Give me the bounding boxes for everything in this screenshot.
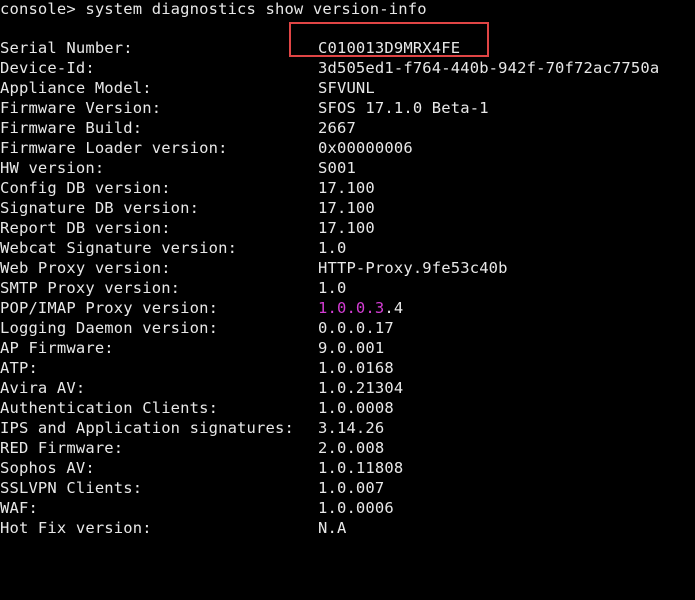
- row-value: 2.0.008: [318, 439, 385, 457]
- row-label: AP Firmware:: [0, 339, 114, 357]
- row-label: ATP:: [0, 359, 38, 377]
- row-label: Signature DB version:: [0, 199, 200, 217]
- row-value: 17.100: [318, 199, 375, 217]
- row-value: 2667: [318, 119, 356, 137]
- row-value: HTTP-Proxy.9fe53c40b: [318, 259, 508, 277]
- row-label: Firmware Version:: [0, 99, 162, 117]
- row-label: Webcat Signature version:: [0, 239, 238, 257]
- row-label: Appliance Model:: [0, 79, 152, 97]
- row-label: Hot Fix version:: [0, 519, 152, 537]
- row-value: 1.0: [318, 279, 347, 297]
- row-label: RED Firmware:: [0, 439, 124, 457]
- info-row-waf: WAF: 1.0.0006: [0, 498, 695, 518]
- info-row-serial-number: Serial Number: C010013D9MRX4FE: [0, 38, 695, 58]
- row-value: 0.0.0.17: [318, 319, 394, 337]
- info-row-pop-imap-proxy-version: POP/IMAP Proxy version: 1.0.0.3.4: [0, 298, 695, 318]
- info-row-red-firmware: RED Firmware: 2.0.008: [0, 438, 695, 458]
- row-value: 1.0.11808: [318, 459, 404, 477]
- row-value: S001: [318, 159, 356, 177]
- row-label: Authentication Clients:: [0, 399, 219, 417]
- row-value: 1.0: [318, 239, 347, 257]
- info-row-signature-db-version: Signature DB version: 17.100: [0, 198, 695, 218]
- row-value: 9.0.001: [318, 339, 385, 357]
- info-row-firmware-version: Firmware Version: SFOS 17.1.0 Beta-1: [0, 98, 695, 118]
- info-row-sslvpn-clients: SSLVPN Clients: 1.0.007: [0, 478, 695, 498]
- info-row-config-db-version: Config DB version: 17.100: [0, 178, 695, 198]
- row-label: Firmware Build:: [0, 119, 143, 137]
- row-value: C010013D9MRX4FE: [318, 39, 461, 57]
- info-row-hot-fix-version: Hot Fix version: N.A: [0, 518, 695, 538]
- info-row-firmware-loader-version: Firmware Loader version: 0x00000006: [0, 138, 695, 158]
- info-row-ips-application-signatures: IPS and Application signatures: 3.14.26: [0, 418, 695, 438]
- row-value-tail: .4: [384, 299, 404, 317]
- command-line: console> system diagnostics show version…: [0, 0, 695, 20]
- info-row-appliance-model: Appliance Model: SFVUNL: [0, 78, 695, 98]
- info-row-smtp-proxy-version: SMTP Proxy version: 1.0: [0, 278, 695, 298]
- row-label: Device-Id:: [0, 59, 95, 77]
- row-value: 1.0.0006: [318, 499, 394, 517]
- row-label: HW version:: [0, 159, 105, 177]
- row-value-magenta: 1.0.0.3: [318, 299, 385, 317]
- row-value: 1.0.21304: [318, 379, 404, 397]
- row-label: WAF:: [0, 499, 38, 517]
- row-value: N.A: [318, 519, 347, 537]
- row-label: Firmware Loader version:: [0, 139, 228, 157]
- info-row-logging-daemon-version: Logging Daemon version: 0.0.0.17: [0, 318, 695, 338]
- row-value: 3.14.26: [318, 419, 385, 437]
- row-label: Serial Number:: [0, 39, 133, 57]
- row-value: 1.0.0168: [318, 359, 394, 377]
- info-row-webcat-signature-version: Webcat Signature version: 1.0: [0, 238, 695, 258]
- row-label: Avira AV:: [0, 379, 86, 397]
- row-label: SSLVPN Clients:: [0, 479, 143, 497]
- row-value: 1.0.0.3.4: [318, 298, 403, 318]
- info-row-hw-version: HW version: S001: [0, 158, 695, 178]
- row-value: 0x00000006: [318, 139, 413, 157]
- info-row-device-id: Device-Id: 3d505ed1-f764-440b-942f-70f72…: [0, 58, 695, 78]
- row-value: 17.100: [318, 219, 375, 237]
- info-row-atp: ATP: 1.0.0168: [0, 358, 695, 378]
- row-label: Sophos AV:: [0, 459, 95, 477]
- row-label: IPS and Application signatures:: [0, 419, 294, 437]
- row-value: 3d505ed1-f764-440b-942f-70f72ac7750a: [318, 59, 660, 77]
- info-row-authentication-clients: Authentication Clients: 1.0.0008: [0, 398, 695, 418]
- row-label: Report DB version:: [0, 219, 171, 237]
- info-row-firmware-build: Firmware Build: 2667: [0, 118, 695, 138]
- row-label: SMTP Proxy version:: [0, 279, 181, 297]
- info-row-ap-firmware: AP Firmware: 9.0.001: [0, 338, 695, 358]
- row-value: 17.100: [318, 179, 375, 197]
- row-value: SFOS 17.1.0 Beta-1: [318, 99, 489, 117]
- row-value: 1.0.007: [318, 479, 385, 497]
- row-label: Config DB version:: [0, 179, 171, 197]
- info-row-web-proxy-version: Web Proxy version: HTTP-Proxy.9fe53c40b: [0, 258, 695, 278]
- info-row-report-db-version: Report DB version: 17.100: [0, 218, 695, 238]
- row-label: Logging Daemon version:: [0, 319, 219, 337]
- terminal-window[interactable]: console> system diagnostics show version…: [0, 0, 695, 544]
- row-label: POP/IMAP Proxy version:: [0, 299, 219, 317]
- command-text: console> system diagnostics show version…: [0, 0, 427, 18]
- info-row-avira-av: Avira AV: 1.0.21304: [0, 378, 695, 398]
- row-label: Web Proxy version:: [0, 259, 171, 277]
- row-value: 1.0.0008: [318, 399, 394, 417]
- info-row-sophos-av: Sophos AV: 1.0.11808: [0, 458, 695, 478]
- row-value: SFVUNL: [318, 79, 375, 97]
